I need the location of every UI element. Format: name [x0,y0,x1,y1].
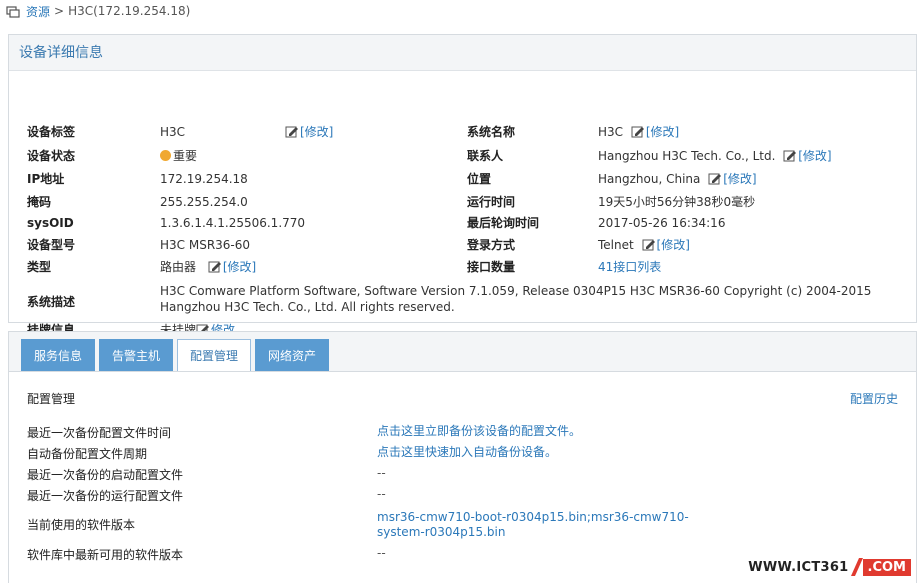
watermark-right-text: .COM [862,558,911,576]
edit-icon [708,173,722,185]
config-tab-body: 配置管理 配置历史 最近一次备份配置文件时间 点击这里立即备份该设备的配置文件。… [9,371,916,583]
location-value: Hangzhou, China [修改] [598,169,757,189]
watermark-slash-icon [850,558,863,576]
system-name-edit-link[interactable]: [修改] [646,125,679,139]
last-startup-config-label: 最近一次备份的启动配置文件 [27,468,184,482]
tab-bar: 服务信息 告警主机 配置管理 网络资产 [21,339,333,372]
system-description-label: 系统描述 [27,295,76,309]
interface-count-label: 接口数量 [467,260,516,274]
detail-row: 类型 路由器 [修改] 接口数量 41接口列表 [9,257,916,277]
device-status-text: 重要 [173,149,198,163]
edit-icon [631,126,644,138]
detail-row: IP地址 172.19.254.18 位置 Hangzhou, China [修… [9,169,916,189]
device-label-edit-link[interactable]: [修改] [300,125,333,139]
type-edit-link[interactable]: [修改] [223,260,256,274]
login-method-value: Telnet [修改] [598,235,690,255]
sysoid-label: sysOID [27,216,74,230]
add-auto-backup-link[interactable]: 点击这里快速加入自动备份设备。 [377,445,717,460]
uptime-value: 19天5小时56分钟38秒0毫秒 [598,195,756,209]
device-detail-body: 设备标签 H3C [修改] 系统名称 H3C [修改] 设备状态 重要 联系人 … [9,71,916,337]
ip-address-value: 172.19.254.18 [160,172,248,186]
contact-value: Hangzhou H3C Tech. Co., Ltd. [修改] [598,146,832,166]
device-label-value: H3C [160,125,186,139]
current-software-link[interactable]: msr36-cmw710-boot-r0304p15.bin;msr36-cmw… [377,510,717,540]
sysoid-value: 1.3.6.1.4.1.25506.1.770 [160,216,306,230]
edit-icon [642,239,655,251]
edit-icon [285,126,298,138]
contact-edit-link[interactable]: [修改] [798,149,831,163]
backup-now-link[interactable]: 点击这里立即备份该设备的配置文件。 [377,424,717,439]
interface-list-link[interactable]: 接口列表 [613,260,661,274]
mask-label: 掩码 [27,195,52,209]
config-section-title: 配置管理 [27,392,76,406]
resource-icon [6,5,20,18]
login-method-text: Telnet [598,238,634,252]
latest-software-value: -- [377,546,386,560]
system-name-label: 系统名称 [467,125,516,139]
edit-icon [783,150,797,162]
device-detail-title: 设备详细信息 [9,35,916,71]
tab-network-assets[interactable]: 网络资产 [255,339,330,371]
contact-text: Hangzhou H3C Tech. Co., Ltd. [598,149,776,163]
location-text: Hangzhou, China [598,172,701,186]
site-watermark: WWW.ICT361 .COM [748,557,911,577]
watermark-left-text: WWW.ICT361 [748,559,849,575]
detail-row: 系统描述 H3C Comware Platform Software, Soft… [9,283,916,317]
detail-row: 设备标签 H3C [修改] 系统名称 H3C [修改] [9,122,916,142]
device-label-label: 设备标签 [27,125,76,139]
edit-icon [208,261,221,273]
last-startup-config-value: -- [377,466,386,480]
breadcrumb-separator: > [54,4,65,18]
login-method-label: 登录方式 [467,238,516,252]
ip-address-label: IP地址 [27,172,65,186]
interface-count-value: 41接口列表 [598,257,661,277]
interface-count-number[interactable]: 41 [598,260,613,274]
auto-backup-period-label: 自动备份配置文件周期 [27,447,148,461]
type-label: 类型 [27,260,52,274]
last-running-config-label: 最近一次备份的运行配置文件 [27,489,184,503]
last-backup-time-label: 最近一次备份配置文件时间 [27,426,172,440]
location-label: 位置 [467,172,492,186]
tab-config-management[interactable]: 配置管理 [177,339,252,372]
device-model-value: H3C MSR36-60 [160,238,251,252]
last-poll-value: 2017-05-26 16:34:16 [598,216,726,230]
breadcrumb-root-link[interactable]: 资源 [26,3,50,20]
contact-label: 联系人 [467,149,504,163]
latest-software-label: 软件库中最新可用的软件版本 [27,548,184,562]
type-value: 路由器 [修改] [160,257,256,277]
device-status-label: 设备状态 [27,149,76,163]
system-name-value: H3C [修改] [598,122,679,142]
location-edit-link[interactable]: [修改] [723,172,756,186]
detail-row: 设备状态 重要 联系人 Hangzhou H3C Tech. Co., Ltd.… [9,146,916,166]
current-software-label: 当前使用的软件版本 [27,518,136,532]
last-poll-label: 最后轮询时间 [467,216,540,230]
mask-value: 255.255.254.0 [160,195,248,209]
type-text: 路由器 [160,260,197,274]
config-history-link[interactable]: 配置历史 [850,390,898,407]
system-description-value: H3C Comware Platform Software, Software … [160,284,872,314]
config-panel: 服务信息 告警主机 配置管理 网络资产 配置管理 配置历史 最近一次备份配置文件… [8,331,917,583]
uptime-label: 运行时间 [467,195,516,209]
device-status-value: 重要 [160,146,197,166]
detail-row: 设备型号 H3C MSR36-60 登录方式 Telnet [修改] [9,235,916,255]
detail-row: sysOID 1.3.6.1.4.1.25506.1.770 最后轮询时间 20… [9,213,916,233]
login-method-edit-link[interactable]: [修改] [657,238,690,252]
tab-alarm-host[interactable]: 告警主机 [99,339,174,371]
device-detail-panel: 设备详细信息 设备标签 H3C [修改] 系统名称 H3C [修改] 设备状态 … [8,34,917,337]
detail-row: 掩码 255.255.254.0 运行时间 19天5小时56分钟38秒0毫秒 [9,192,916,212]
status-dot-icon [160,150,171,161]
device-model-label: 设备型号 [27,238,76,252]
breadcrumb-current: H3C(172.19.254.18) [68,4,191,18]
tab-service-info[interactable]: 服务信息 [21,339,96,371]
device-label-edit[interactable]: [修改] [285,122,333,142]
system-name-text: H3C [598,125,624,139]
breadcrumb: 资源 > H3C(172.19.254.18) [6,2,190,20]
last-running-config-value: -- [377,487,386,501]
